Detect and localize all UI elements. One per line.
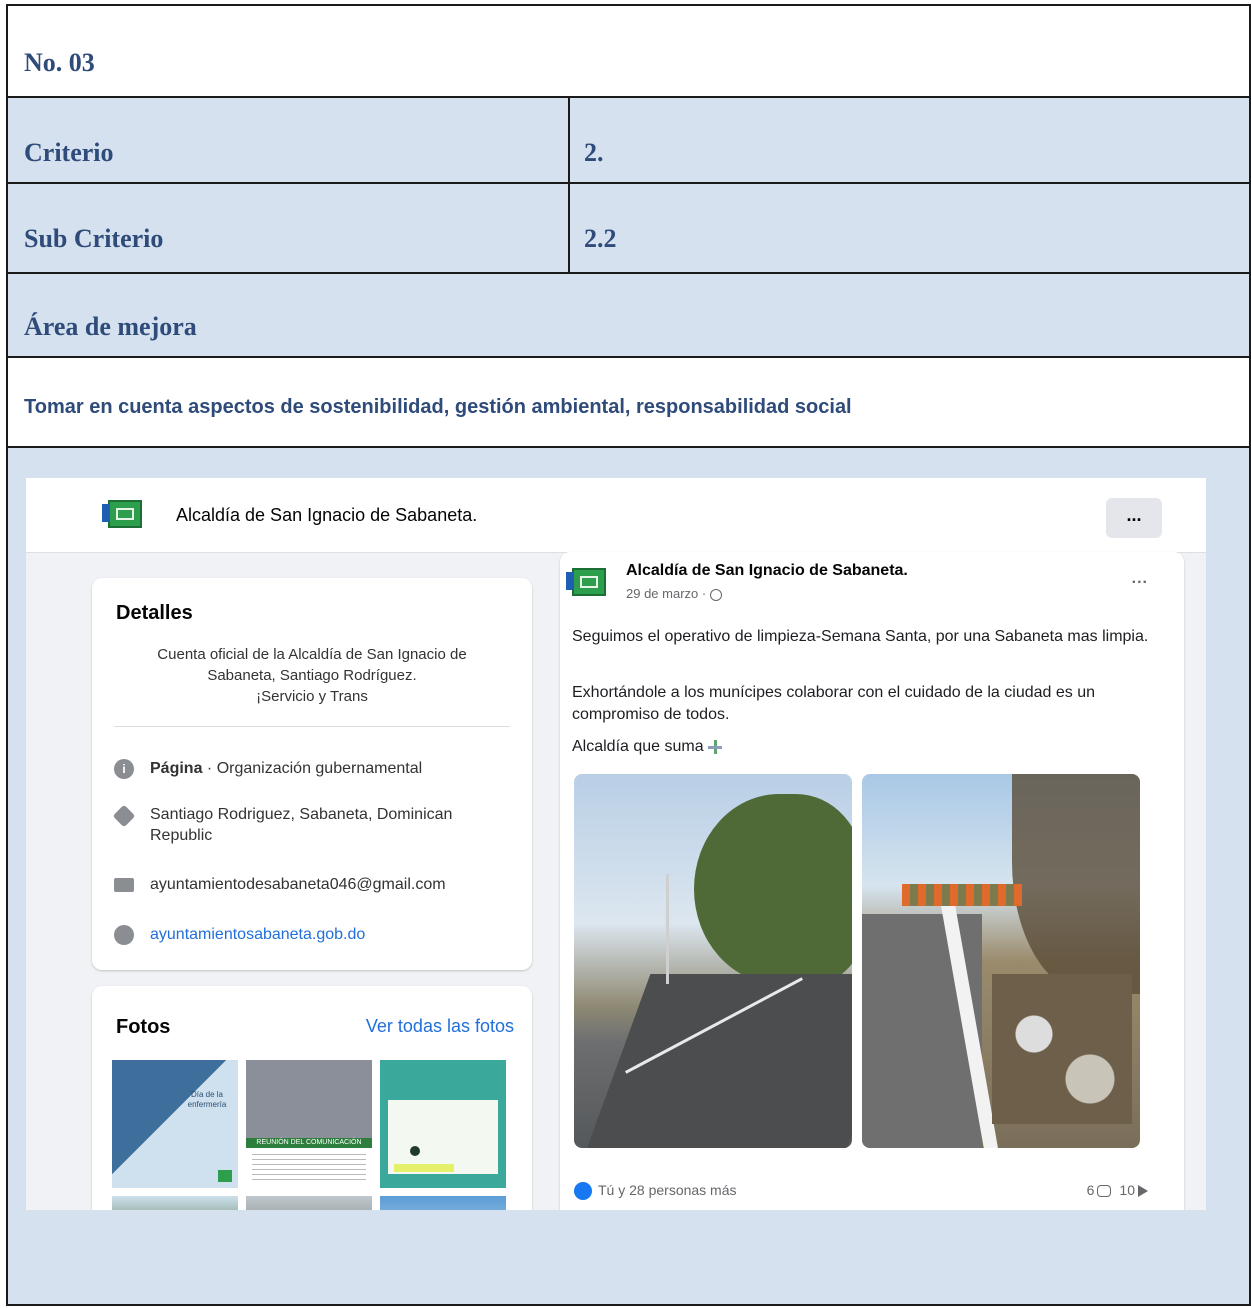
thumbnail-text-lines [252,1154,366,1180]
website-link[interactable]: ayuntamientosabaneta.gob.do [150,924,510,945]
shares-count[interactable]: 10 [1119,1182,1135,1198]
comment-icon [1097,1185,1112,1198]
flyer-panel [388,1100,498,1174]
comments-count[interactable]: 6 [1087,1182,1095,1198]
trash-bags [992,974,1132,1124]
category-text: · Organización gubernamental [202,760,423,777]
slogan-text: Alcaldía que suma [572,738,704,755]
photo-thumbnail[interactable] [112,1196,238,1210]
category-bold: Página [150,760,203,777]
reactions-summary[interactable]: Tú y 28 personas más [574,1182,737,1201]
info-icon: i [114,759,134,779]
photo-thumbnail[interactable] [380,1060,506,1188]
post-paragraph-2: Exhortándole a los munícipes colaborar c… [572,684,1095,723]
number-row: No. 03 [8,6,1249,98]
details-divider [114,726,510,727]
reactions-text: Tú y 28 personas más [598,1182,737,1198]
thumbnail-caption: Día de la enfermería [187,1090,227,1109]
see-all-photos-link[interactable]: Ver todas las fotos [366,1016,514,1037]
page-header: Alcaldía de San Ignacio de Sabaneta. ... [26,478,1206,553]
post-author[interactable]: Alcaldía de San Ignacio de Sabaneta. [626,562,908,580]
post-photo-cleanup[interactable] [862,774,1140,1148]
details-title: Detalles [116,602,193,624]
area-text-row: Tomar en cuenta aspectos de sostenibilid… [8,358,1249,448]
subcriterio-value: 2.2 [584,224,617,253]
location-text: Santiago Rodriguez, Sabaneta, Dominican … [150,806,453,844]
globe-icon [114,925,134,945]
document-number: No. 03 [24,48,95,77]
post-photo-road[interactable] [574,774,852,1148]
subcriterio-row: Sub Criterio 2.2 [8,184,1249,274]
criterio-row: Criterio 2. [8,98,1249,184]
mini-logo-icon [218,1170,232,1182]
tree-shape [694,794,852,984]
globe-icon [710,588,723,601]
photo-thumbnail[interactable]: REUNIÓN DEL COMUNICACIÓN [246,1060,372,1188]
location-icon [112,804,136,828]
photos-title: Fotos [116,1016,171,1038]
utility-pole [666,874,669,984]
photos-card: Fotos Ver todas las fotos Día de la enfe… [92,986,532,1210]
photo-thumbnail[interactable] [246,1196,372,1210]
dry-trees [1012,774,1140,994]
area-label: Área de mejora [24,312,197,341]
workers-group [902,884,1022,906]
details-bio: Cuenta oficial de la Alcaldía de San Ign… [112,644,512,707]
bio-line-1: Cuenta oficial de la Alcaldía de San Ign… [157,646,467,663]
column-divider [568,98,570,274]
post-more-button[interactable]: ... [1132,570,1148,588]
post-meta: 29 de marzo · [626,586,723,601]
author-avatar-icon[interactable] [566,568,606,596]
facebook-screenshot: Alcaldía de San Ignacio de Sabaneta. ...… [26,478,1206,1210]
criterio-label: Criterio [24,138,114,167]
area-text: Tomar en cuenta aspectos de sostenibilid… [24,396,852,418]
flyer-banner [394,1164,454,1172]
whatsapp-icon [410,1146,420,1156]
document-table: No. 03 Criterio 2. Sub Criterio 2.2 Área… [6,4,1251,1306]
bio-line-2: Sabaneta, Santiago Rodríguez. [207,667,417,684]
page-name[interactable]: Alcaldía de San Ignacio de Sabaneta. [176,505,477,526]
criterio-value: 2. [584,138,604,167]
subcriterio-label: Sub Criterio [24,224,164,253]
mail-icon [114,878,134,892]
thumbnail-caption: REUNIÓN DEL COMUNICACIÓN [246,1138,372,1148]
photo-thumbnail[interactable]: Día de la enfermería [112,1060,238,1188]
road-shape [577,974,852,1148]
like-icon [574,1182,592,1201]
alcaldia-logo-icon [102,500,142,528]
share-icon [1138,1185,1148,1198]
post-paragraph-1: Seguimos el operativo de limpieza-Semana… [572,628,1149,645]
details-card: Detalles Cuenta oficial de la Alcaldía d… [92,578,532,970]
engagement-counts: 6 10 [1087,1182,1148,1198]
photo-thumbnail[interactable] [380,1196,506,1210]
area-row: Área de mejora [8,274,1249,358]
post-date[interactable]: 29 de marzo · [626,586,706,601]
post-card: Alcaldía de San Ignacio de Sabaneta. 29 … [560,552,1184,1210]
plus-icon [707,739,722,754]
more-options-button[interactable]: ... [1106,498,1162,538]
bio-line-3: ¡Servicio y Trans [256,688,368,705]
email-text[interactable]: ayuntamientodesabaneta046@gmail.com [150,874,510,895]
post-paragraph-3: Alcaldía que suma [572,736,1162,758]
